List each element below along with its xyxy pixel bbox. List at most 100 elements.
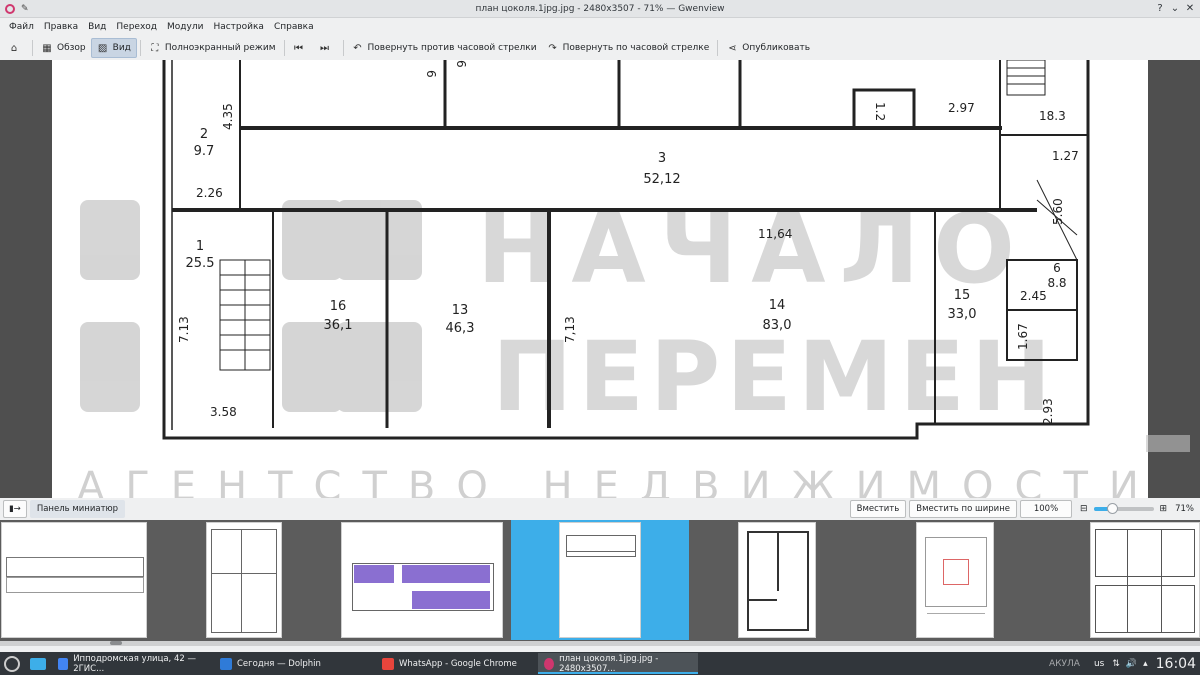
toolbar-separator xyxy=(32,40,33,56)
task-label: Ипподромская улица, 42 — 2ГИС... xyxy=(73,653,196,674)
task-gwenview[interactable]: план цоколя.1jpg.jpg - 2480x3507... xyxy=(538,653,698,674)
menu-plugins[interactable]: Модули xyxy=(162,22,208,32)
fullscreen-button[interactable]: ⛶ Полноэкранный режим xyxy=(144,38,281,58)
dim-label: 3.58 xyxy=(210,405,237,419)
thumbnail-scrollbar[interactable] xyxy=(0,641,1200,646)
thumbnail-item[interactable] xyxy=(737,520,817,640)
task-dolphin[interactable]: Сегодня — Dolphin xyxy=(214,653,374,674)
minimize-icon[interactable]: ⌄ xyxy=(1168,2,1182,16)
help-icon[interactable]: ? xyxy=(1153,2,1167,16)
watermark-line-3: АГЕНТСТВО НЕДВИЖИМОСТИ xyxy=(77,464,1148,498)
launcher-icon xyxy=(4,655,20,672)
fit-label: Вместить xyxy=(856,504,900,514)
scrollbar-handle[interactable] xyxy=(110,641,122,645)
thumbnail-item[interactable] xyxy=(170,520,318,640)
rotate-left-button[interactable]: ↶ Повернуть против часовой стрелки xyxy=(347,38,542,58)
home-button[interactable]: ⌂ xyxy=(3,38,29,58)
room-6-number: 6 xyxy=(1053,261,1061,275)
fit-width-button[interactable]: Вместить по ширине xyxy=(909,500,1017,518)
application-launcher[interactable] xyxy=(0,653,24,674)
thumbnail-panel-label: Панель миниатюр xyxy=(36,504,119,514)
dim-label: 1.27 xyxy=(1052,149,1079,163)
room-16-number: 16 xyxy=(330,299,347,314)
dim-label: 7.13 xyxy=(177,316,191,343)
rotate-left-label: Повернуть против часовой стрелки xyxy=(367,43,537,53)
thumbnail-item-selected[interactable] xyxy=(511,520,689,640)
zoom-controls: Вместить Вместить по ширине 100% ⊟ ⊞ 71% xyxy=(847,500,1200,518)
zoom-100-button[interactable]: 100% xyxy=(1020,500,1072,518)
dim-label: 1.2 xyxy=(873,102,887,121)
zoom-in-icon[interactable]: ⊞ xyxy=(1160,504,1168,514)
thumbnail-panel-button[interactable]: Панель миниатюр xyxy=(29,500,126,518)
watermark-logo-block xyxy=(80,200,140,280)
show-desktop-button[interactable] xyxy=(26,653,50,674)
home-icon: ⌂ xyxy=(10,42,18,54)
menu-settings[interactable]: Настройка xyxy=(208,22,269,32)
previous-button[interactable]: ⏮ xyxy=(288,38,314,58)
watermark-logo-block xyxy=(282,322,342,412)
close-icon[interactable]: ✕ xyxy=(1183,2,1197,16)
dim-label: 2.45 xyxy=(1020,289,1047,303)
zoom-100-label: 100% xyxy=(1033,504,1059,514)
floor-plan-drawing: НАЧАЛО ПЕРЕМЕН 2 9.7 3 52,12 1 25.5 16 3… xyxy=(77,60,1148,498)
brand-watermark: АКУЛА xyxy=(1048,658,1080,669)
dim-label: 6 xyxy=(454,60,468,68)
network-icon[interactable]: ⇅ xyxy=(1112,659,1120,669)
browse-label: Обзор xyxy=(57,43,86,53)
zoom-level: 71% xyxy=(1175,504,1194,514)
thumbnail-image xyxy=(559,522,641,638)
browse-button[interactable]: ▦ Обзор xyxy=(36,38,91,58)
thumbnail-item[interactable] xyxy=(1090,520,1200,640)
room-2-area: 9.7 xyxy=(194,144,215,159)
thumbnail-item[interactable] xyxy=(340,520,504,640)
chrome-icon xyxy=(58,657,69,670)
zoom-out-icon[interactable]: ⊟ xyxy=(1080,504,1088,514)
system-tray: АКУЛА us ⇅ 🔊 ▴ 16:04 xyxy=(1049,652,1196,675)
desktop-icon xyxy=(30,657,46,670)
fullscreen-label: Полноэкранный режим xyxy=(164,43,276,53)
thumbnail-item[interactable] xyxy=(0,520,148,640)
menu-help[interactable]: Справка xyxy=(269,22,319,32)
room-3-number: 3 xyxy=(658,151,666,166)
status-bar: ▮→ Панель миниатюр Вместить Вместить по … xyxy=(0,498,1200,520)
arrow-up-icon[interactable]: ▴ xyxy=(1143,659,1148,669)
menu-file[interactable]: Файл xyxy=(4,22,39,32)
view-button[interactable]: ▨ Вид xyxy=(90,38,137,58)
zoom-slider[interactable] xyxy=(1093,503,1154,514)
chrome-icon xyxy=(382,657,394,670)
thumbnail-item[interactable] xyxy=(915,520,995,640)
dim-label: 2.26 xyxy=(196,186,223,200)
share-button[interactable]: ⋖ Опубликовать xyxy=(721,38,815,58)
view-label: Вид xyxy=(112,43,131,53)
menu-edit[interactable]: Правка xyxy=(39,22,83,32)
fit-width-label: Вместить по ширине xyxy=(916,504,1010,514)
volume-icon[interactable]: 🔊 xyxy=(1126,659,1137,669)
rotate-left-icon: ↶ xyxy=(353,42,362,54)
viewer-scroll-indicator[interactable] xyxy=(1146,435,1190,452)
rotate-right-button[interactable]: ↷ Повернуть по часовой стрелке xyxy=(542,38,715,58)
keyboard-layout[interactable]: us xyxy=(1094,659,1104,669)
image-viewer[interactable]: НАЧАЛО ПЕРЕМЕН 2 9.7 3 52,12 1 25.5 16 3… xyxy=(0,60,1200,498)
room-15-number: 15 xyxy=(954,288,971,303)
task-2gis[interactable]: Ипподромская улица, 42 — 2ГИС... xyxy=(52,653,212,674)
dim-label: 4.35 xyxy=(221,103,235,130)
clock[interactable]: 16:04 xyxy=(1156,656,1196,672)
sidebar-toggle-icon: ▮→ xyxy=(9,504,21,514)
zoom-slider-handle[interactable] xyxy=(1106,503,1118,514)
next-button[interactable]: ⏭ xyxy=(314,38,340,58)
room-14-area: 83,0 xyxy=(763,318,792,333)
rotate-right-label: Повернуть по часовой стрелке xyxy=(562,43,710,53)
task-label: план цоколя.1jpg.jpg - 2480x3507... xyxy=(559,653,659,674)
skip-previous-icon: ⏮ xyxy=(294,42,303,54)
task-whatsapp[interactable]: WhatsApp - Google Chrome xyxy=(376,653,536,674)
toggle-sidebar-button[interactable]: ▮→ xyxy=(3,500,27,518)
fit-button[interactable]: Вместить xyxy=(849,500,907,518)
dim-label: 2.97 xyxy=(948,101,975,115)
menu-bar: Файл Правка Вид Переход Модули Настройка… xyxy=(0,18,1200,36)
thumbnail-image xyxy=(206,522,282,638)
share-icon: ⋖ xyxy=(728,42,737,54)
menu-view[interactable]: Вид xyxy=(83,22,111,32)
room-6-area: 8.8 xyxy=(1047,276,1066,290)
menu-go[interactable]: Переход xyxy=(111,22,162,32)
skip-next-icon: ⏭ xyxy=(320,42,329,54)
